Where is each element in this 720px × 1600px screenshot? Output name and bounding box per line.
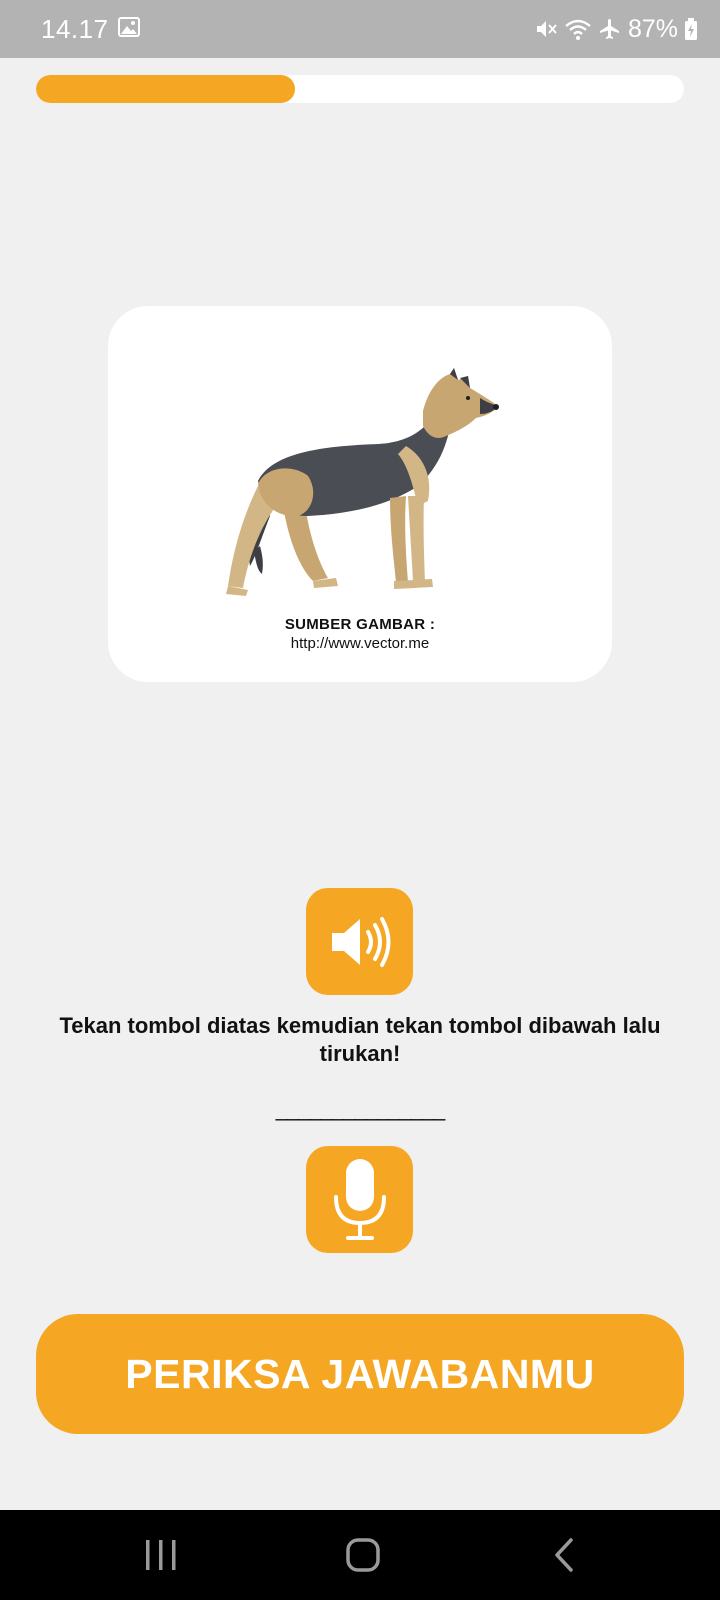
progress-fill (36, 75, 296, 103)
back-icon (555, 1538, 573, 1572)
check-answer-button[interactable]: PERIKSA JAWABANMU (36, 1314, 684, 1434)
recents-button[interactable] (131, 1530, 191, 1580)
mute-icon (536, 21, 557, 37)
status-time: 14.17 (41, 14, 109, 44)
navigation-bar (0, 1510, 720, 1600)
battery-percent: 87% (627, 15, 678, 43)
home-button[interactable] (333, 1530, 393, 1580)
image-card: SUMBER GAMBAR : http://www.vector.me (108, 306, 612, 682)
microphone-icon (333, 1158, 386, 1240)
status-bar: 14.17 87% (0, 0, 720, 58)
wifi-icon (565, 19, 591, 40)
dog-image (226, 368, 499, 596)
image-credit-title: SUMBER GAMBAR : (284, 616, 436, 633)
answer-blank: _______________ (275, 1096, 446, 1121)
play-sound-button[interactable] (306, 888, 413, 995)
record-voice-button[interactable] (306, 1146, 413, 1253)
image-credit-url: http://www.vector.me (290, 635, 430, 652)
instruction-text: Tekan tombol diatas kemudian tekan tombo… (59, 1013, 661, 1066)
status-icons: 87% (534, 12, 698, 46)
speaker-icon (331, 916, 390, 967)
gallery-icon (118, 17, 140, 37)
back-button[interactable] (534, 1530, 594, 1580)
battery-charging-icon (685, 18, 697, 40)
progress-bar (36, 75, 684, 103)
airplane-icon (599, 19, 619, 39)
recents-icon (146, 1540, 176, 1570)
home-icon (346, 1538, 380, 1572)
